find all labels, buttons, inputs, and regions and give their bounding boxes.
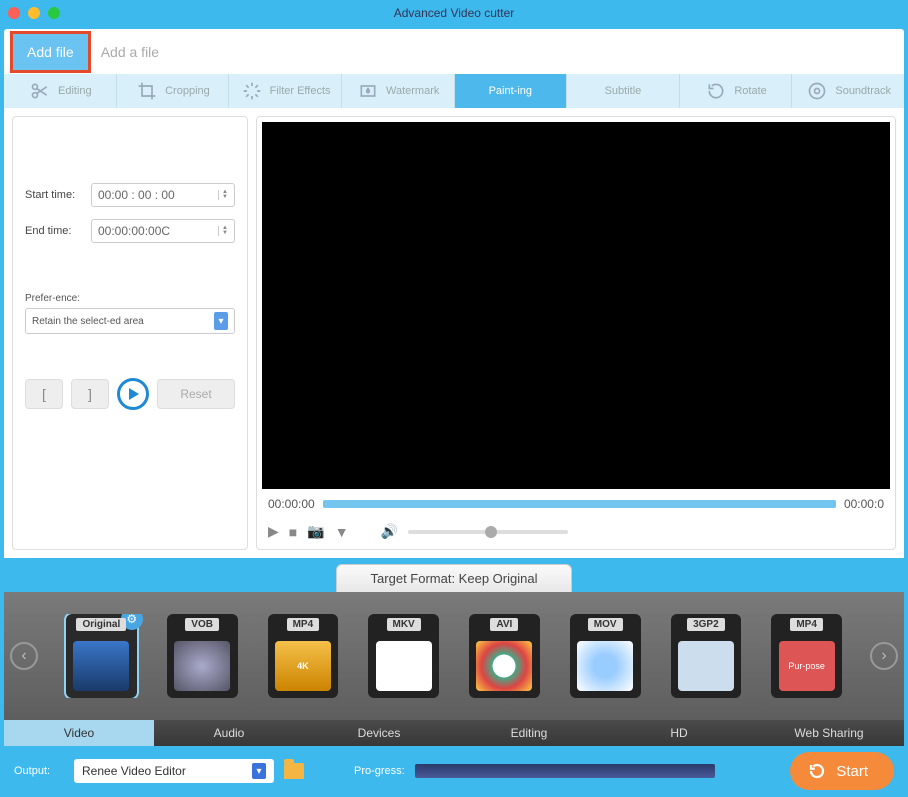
duration-time: 00:00:0 [844,497,884,511]
end-time-label: End time: [25,225,85,237]
play-icon[interactable]: ▶ [268,523,279,540]
dropdown-arrow-icon: ▾ [214,312,228,330]
mark-out-button[interactable]: ] [71,379,109,409]
category-editing[interactable]: Editing [454,720,604,746]
camera-icon[interactable]: 📷 [307,523,324,540]
preference-label: Prefer-ence: [25,293,235,304]
stepper-down-icon[interactable]: ▼ [222,231,228,236]
stop-icon[interactable]: ■ [289,524,297,540]
mark-in-button[interactable]: [ [25,379,63,409]
format-vob[interactable]: VOB [167,614,238,698]
tab-cropping[interactable]: Cropping [117,74,230,108]
scrub-track[interactable] [323,500,836,508]
format-mov[interactable]: MOV [570,614,641,698]
progress-bar [415,764,715,778]
preference-select[interactable]: Retain the select-ed area ▾ [25,308,235,334]
tab-filter[interactable]: Filter Effects [229,74,342,108]
format-mp4-purpose[interactable]: MP4 Pur-pose [771,614,842,698]
end-time-input[interactable]: 00:00:00:00C ▲▼ [91,219,235,243]
rotate-icon [704,79,728,103]
volume-icon[interactable]: 🔊 [381,523,398,540]
crop-icon [135,79,159,103]
play-preview-button[interactable] [117,378,149,410]
start-time-input[interactable]: 00:00 : 00 : 00 ▲▼ [91,183,235,207]
refresh-icon [808,762,826,780]
dropdown-arrow-icon: ▾ [252,763,266,779]
tab-watermark[interactable]: Watermark [342,74,455,108]
progress-label: Pro-gress: [354,765,405,777]
browse-folder-button[interactable] [284,763,304,779]
format-original[interactable]: ⚙ Original [66,614,137,698]
scissors-icon [28,79,52,103]
file-placeholder: Add a file [101,44,159,60]
playhead-time: 00:00:00 [268,497,315,511]
chevron-down-icon[interactable]: ▼ [335,524,349,540]
add-file-button[interactable]: Add file [10,31,91,73]
sparkle-icon [240,79,264,103]
start-time-label: Start time: [25,189,85,201]
disc-icon [805,79,829,103]
droplet-icon [356,79,380,103]
output-label: Output: [14,765,64,777]
tab-painting[interactable]: Paint-ing [455,74,568,108]
category-web[interactable]: Web Sharing [754,720,904,746]
tab-rotate[interactable]: Rotate [680,74,793,108]
tab-subtitle[interactable]: Subtitle [567,74,680,108]
format-3gp2[interactable]: 3GP2 [671,614,742,698]
category-devices[interactable]: Devices [304,720,454,746]
formats-next-button[interactable]: › [870,642,898,670]
category-audio[interactable]: Audio [154,720,304,746]
tab-editing[interactable]: Editing [4,74,117,108]
category-hd[interactable]: HD [604,720,754,746]
target-format-label: Target Format: Keep Original [336,564,573,592]
video-preview [262,122,890,489]
video-panel: 00:00:00 00:00:0 ▶ ■ 📷 ▼ 🔊 [256,116,896,550]
stepper-down-icon[interactable]: ▼ [222,195,228,200]
formats-prev-button[interactable]: ‹ [10,642,38,670]
volume-slider[interactable] [408,530,568,534]
tab-soundtrack[interactable]: Soundtrack [792,74,904,108]
output-select[interactable]: Renee Video Editor ▾ [74,759,274,783]
category-video[interactable]: Video [4,720,154,746]
window-title: Advanced Video cutter [0,6,908,20]
edit-panel: Start time: 00:00 : 00 : 00 ▲▼ End time:… [12,116,248,550]
format-mp4-4k[interactable]: MP4 4K [268,614,339,698]
format-avi[interactable]: AVI [469,614,540,698]
format-mkv[interactable]: MKV [368,614,439,698]
reset-button[interactable]: Reset [157,379,235,409]
start-button[interactable]: Start [790,752,894,790]
